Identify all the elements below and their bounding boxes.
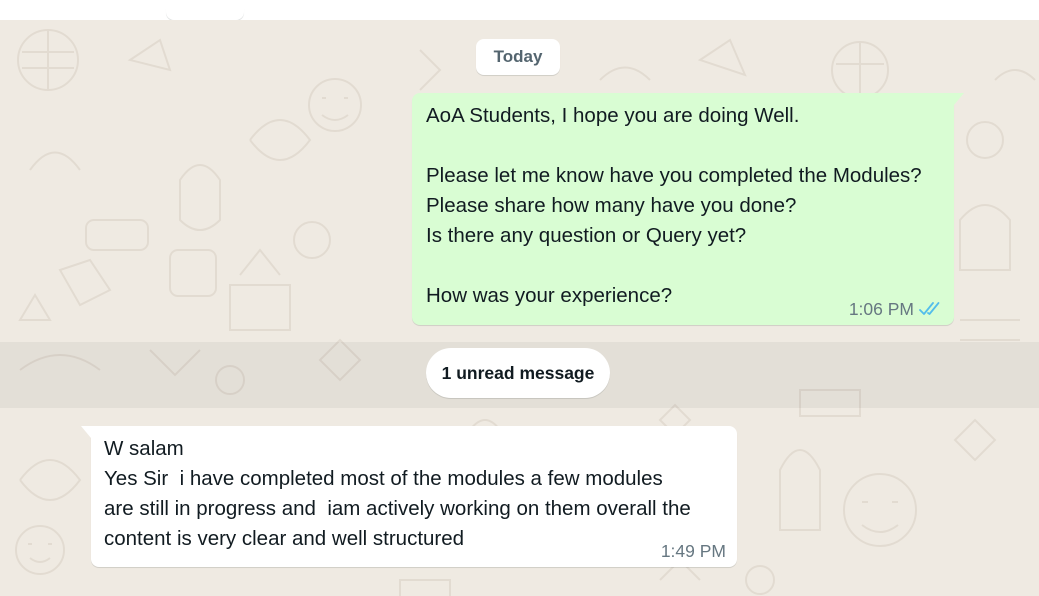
incoming-bubble-tail — [81, 426, 91, 438]
message-text-line: Please let me know have you completed th… — [426, 164, 922, 187]
message-text-line: content is very clear and well structure… — [104, 527, 465, 550]
message-time: 1:06 PM — [848, 299, 914, 319]
unread-messages-divider: 1 unread message — [426, 348, 610, 398]
outgoing-message-bubble[interactable]: AoA Students, I hope you are doing Well.… — [412, 93, 964, 325]
message-text-line: W salam — [104, 437, 184, 460]
message-meta: 1:49 PM — [661, 541, 726, 561]
chat-conversation-pane[interactable]: Today AoA Students, I hope you are doing… — [0, 20, 1039, 596]
previous-bubble-stub — [166, 8, 244, 20]
date-divider: Today — [476, 39, 560, 75]
previous-message-edge — [0, 0, 1039, 20]
double-check-read-icon — [919, 302, 940, 315]
incoming-message-bubble[interactable]: W salam Yes Sir i have completed most of… — [81, 426, 737, 567]
message-time: 1:49 PM — [660, 541, 726, 561]
message-text-line: Please share how many have you done? — [426, 194, 797, 217]
message-text-line: Yes Sir i have completed most of the mod… — [104, 467, 663, 490]
message-text-line: are still in progress and iam actively w… — [104, 497, 691, 520]
message-text-line — [426, 251, 940, 281]
message-text-line — [426, 131, 940, 161]
message-meta: 1:06 PM — [849, 299, 943, 319]
message-text-line: Is there any question or Query yet? — [426, 224, 747, 247]
message-text-line: AoA Students, I hope you are doing Well. — [426, 104, 800, 127]
outgoing-bubble-tail — [954, 93, 964, 105]
